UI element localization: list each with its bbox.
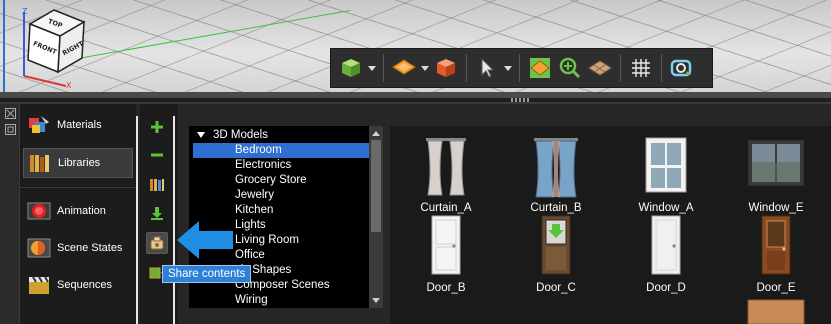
view-cube[interactable]: Z X TOP FRONT RIGHT (14, 6, 94, 90)
remove-button[interactable] (146, 144, 168, 166)
tree-scrollbar[interactable] (369, 126, 383, 308)
remove-icon (151, 153, 163, 157)
door-icon (526, 214, 586, 278)
z-axis-label: Z (22, 7, 28, 16)
toolbar-separator (661, 54, 662, 82)
furniture-icon (746, 296, 806, 324)
side-nav: Materials Libraries Animation Scene Stat… (20, 104, 136, 324)
download-button[interactable] (146, 202, 168, 224)
nav-item-scene-states[interactable]: Scene States (23, 233, 133, 263)
model-label: Door_B (426, 282, 466, 294)
nav-label-scene-states: Scene States (57, 242, 123, 254)
tree-item-kitchen[interactable]: Kitchen (235, 203, 273, 218)
zoom-extents-icon[interactable] (556, 53, 584, 83)
toolbar-separator (466, 54, 467, 82)
nav-divider (20, 187, 136, 188)
nav-label-sequences: Sequences (57, 279, 113, 291)
scroll-thumb[interactable] (371, 140, 381, 232)
toolbar-separator (519, 54, 520, 82)
scroll-up-arrow[interactable] (372, 131, 380, 136)
y-axis-line (55, 9, 351, 63)
viewport-frame (3, 0, 5, 98)
close-panel-icon[interactable] (5, 108, 16, 119)
scroll-down-arrow[interactable] (372, 298, 380, 303)
scene-states-icon (27, 238, 51, 258)
tree-item-living-room[interactable]: Living Room (235, 233, 299, 248)
float-panel-icon[interactable] (5, 124, 16, 135)
libraries-icon (30, 155, 49, 172)
model-label: Window_A (638, 202, 694, 214)
tree-item-bedroom[interactable]: Bedroom (193, 143, 369, 158)
window-icon (746, 134, 806, 198)
toolbar-separator (620, 54, 621, 82)
library-books-button[interactable] (146, 174, 168, 196)
viewport-bottom-bar (0, 92, 831, 98)
add-icon (151, 121, 163, 133)
model-thumbnail-grid: Curtain_A Curtain_B Window_A Window_E Do… (390, 126, 831, 324)
nav-item-animation[interactable]: Animation (23, 196, 133, 226)
model-label: Window_E (748, 202, 804, 214)
add-button[interactable] (146, 116, 168, 138)
cube-green-icon[interactable] (337, 53, 365, 83)
model-label: Door_E (756, 282, 796, 294)
tree-root-3d-models[interactable]: 3D Models (197, 128, 268, 143)
cube-dropdown-caret[interactable] (367, 53, 377, 83)
download-icon (151, 207, 163, 220)
model-label: Door_C (536, 282, 576, 294)
pointer-dropdown-caret[interactable] (503, 53, 513, 83)
tree-item-jewelry[interactable]: Jewelry (235, 188, 274, 203)
model-label: Curtain_A (420, 202, 472, 214)
curtain-icon (416, 134, 476, 198)
model-tile-partial[interactable] (726, 296, 826, 324)
books-icon (150, 179, 164, 191)
actions-separator-line (173, 116, 175, 324)
door-icon (416, 214, 476, 278)
nav-item-materials[interactable]: Materials (23, 110, 133, 140)
viewport-toolbar (330, 48, 713, 88)
3d-viewport[interactable]: Z X TOP FRONT RIGHT (0, 0, 831, 98)
tree-item-electronics[interactable]: Electronics (235, 158, 291, 173)
nav-label-materials: Materials (57, 119, 102, 131)
texture-plane-icon[interactable] (586, 53, 614, 83)
tree-item-office[interactable]: Office (235, 248, 265, 263)
grid-icon[interactable] (627, 53, 655, 83)
curtain-icon (526, 134, 586, 198)
share-contents-icon (150, 236, 164, 250)
camera-icon[interactable] (668, 53, 696, 83)
floor-grid-icon[interactable] (526, 53, 554, 83)
cube-orange-icon[interactable] (432, 53, 460, 83)
floor-dropdown-caret[interactable] (420, 53, 430, 83)
nav-label-libraries: Libraries (58, 157, 101, 169)
nav-item-libraries[interactable]: Libraries (23, 148, 133, 178)
share-contents-tooltip: Share contents (162, 265, 252, 283)
floor-plane-icon[interactable] (390, 53, 418, 83)
callout-arrow-icon (177, 221, 233, 259)
model-label: Curtain_B (530, 202, 582, 214)
nav-separator-line (136, 116, 138, 324)
toolbar-separator (383, 54, 384, 82)
x-axis-label: X (66, 81, 72, 90)
window-icon (636, 134, 696, 198)
expand-caret-icon[interactable] (197, 131, 205, 138)
tree-item-wiring[interactable]: Wiring (235, 293, 268, 308)
animation-icon (27, 202, 51, 220)
share-contents-button[interactable] (146, 232, 168, 254)
materials-icon (29, 116, 49, 133)
model-label: Door_D (646, 282, 686, 294)
door-icon (746, 214, 806, 278)
tree-item-grocery-store[interactable]: Grocery Store (235, 173, 307, 188)
door-icon (636, 214, 696, 278)
tree-item-lights[interactable]: Lights (235, 218, 266, 233)
tree-root-label: 3D Models (213, 129, 268, 141)
pointer-arrow-icon[interactable] (473, 53, 501, 83)
panel-dock-strip (0, 104, 20, 324)
nav-item-sequences[interactable]: Sequences (23, 270, 133, 300)
nav-label-animation: Animation (57, 205, 106, 217)
sequences-icon (29, 276, 49, 294)
